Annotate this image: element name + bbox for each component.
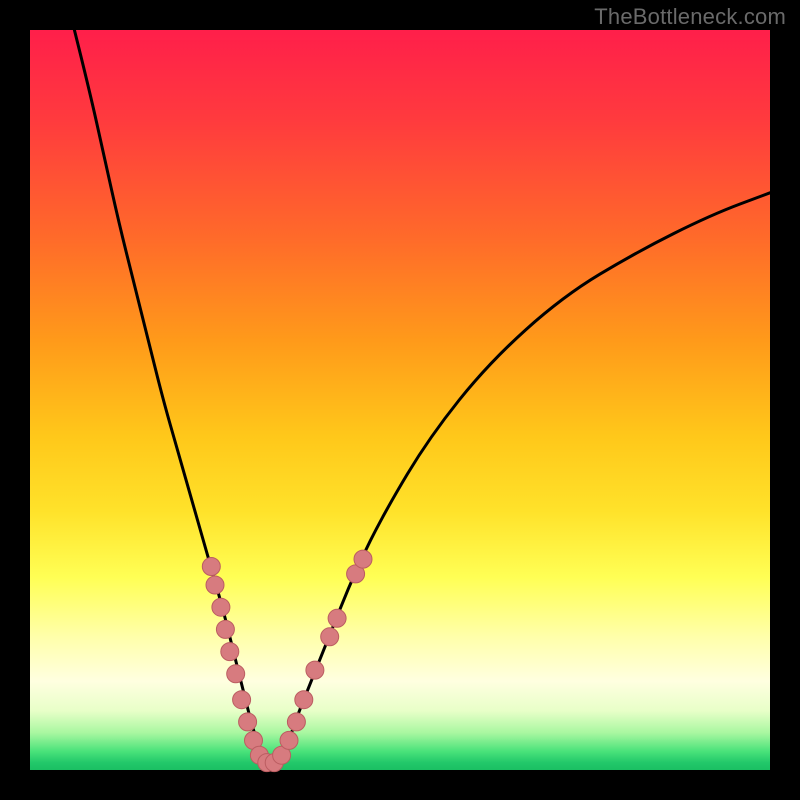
chart-frame: TheBottleneck.com xyxy=(0,0,800,800)
bottleneck-curve-svg xyxy=(30,30,770,770)
curve-marker xyxy=(202,558,220,576)
curve-marker xyxy=(280,731,298,749)
curve-marker xyxy=(216,620,234,638)
plot-area xyxy=(30,30,770,770)
curve-marker xyxy=(233,691,251,709)
curve-marker xyxy=(321,628,339,646)
curve-marker xyxy=(239,713,257,731)
curve-marker xyxy=(295,691,313,709)
curve-marker xyxy=(206,576,224,594)
curve-marker xyxy=(221,643,239,661)
curve-marker xyxy=(227,665,245,683)
watermark-text: TheBottleneck.com xyxy=(594,4,786,30)
curve-marker xyxy=(354,550,372,568)
curve-marker xyxy=(328,609,346,627)
curve-marker xyxy=(306,661,324,679)
curve-marker xyxy=(212,598,230,616)
curve-marker xyxy=(287,713,305,731)
bottleneck-curve xyxy=(74,30,770,763)
curve-markers xyxy=(202,550,372,772)
